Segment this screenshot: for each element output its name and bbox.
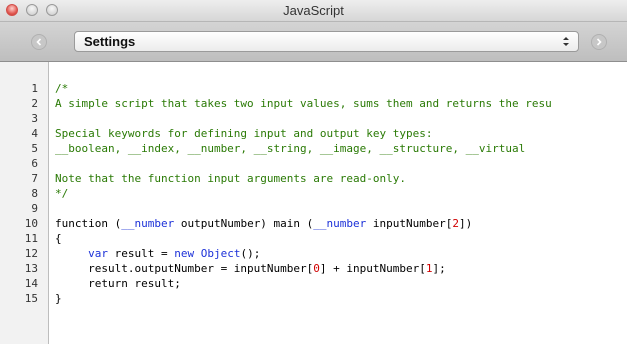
code-token: Object <box>200 247 241 260</box>
code-line[interactable]: 14 return result; <box>0 276 627 291</box>
code-token: */ <box>55 187 69 200</box>
code-token: A simple script that takes two input val… <box>55 97 552 110</box>
line-number: 7 <box>31 172 38 185</box>
code-text: return result; <box>55 276 181 291</box>
selected-option: Settings <box>84 34 136 49</box>
code-token: Special keywords for defining input and … <box>55 127 433 140</box>
line-number: 12 <box>24 247 38 260</box>
code-token: } <box>55 292 62 305</box>
code-text: function (__number outputNumber) main (_… <box>55 216 472 231</box>
code-token: 1 <box>425 262 433 275</box>
line-number: 8 <box>31 187 38 200</box>
back-button[interactable] <box>31 34 47 50</box>
line-number: 13 <box>24 262 38 275</box>
line-number: 11 <box>24 232 38 245</box>
code-token: outputNumber) main ( <box>174 217 314 230</box>
code-editor[interactable]: 1 /* 2 A simple script that takes two input… <box>0 62 627 344</box>
code-token: new <box>174 247 195 260</box>
javascript-window: JavaScript Settings 1 /* 2 A simple script … <box>0 0 627 344</box>
code-line[interactable]: 2 A simple script that takes two input va… <box>0 96 627 111</box>
code-line[interactable]: 15} <box>0 291 627 306</box>
code-line[interactable]: 9 <box>0 201 627 216</box>
code-line[interactable]: 10 function (__number outputNumber) main … <box>0 216 627 231</box>
code-token: /* <box>55 82 69 95</box>
code-text: __boolean, __index, __number, __string, … <box>55 141 525 156</box>
code-token: (); <box>240 247 261 260</box>
code-token: __boolean, __index, __number, __string, … <box>55 142 526 155</box>
code-text: } <box>55 291 62 306</box>
code-token: return result; <box>55 277 181 290</box>
code-text: Note that the function input arguments a… <box>55 171 406 186</box>
code-line[interactable]: 3 <box>0 111 627 126</box>
code-text: result.outputNumber = inputNumber[0] + i… <box>55 261 446 276</box>
code-line[interactable]: 11 { <box>0 231 627 246</box>
code-token: ] + inputNumber[ <box>319 262 426 275</box>
code-token: { <box>55 232 62 245</box>
line-number: 5 <box>31 142 38 155</box>
code-token: Note that the function input arguments a… <box>55 172 406 185</box>
code-token: result.outputNumber = inputNumber[ <box>55 262 314 275</box>
code-text: /* <box>55 81 68 96</box>
line-number: 4 <box>31 127 38 140</box>
title-bar: JavaScript <box>0 0 627 22</box>
code-token: 0 <box>313 262 320 275</box>
code-line[interactable]: 7 Note that the function input arguments … <box>0 171 627 186</box>
code-text: { <box>55 231 62 246</box>
code-token: ]) <box>459 217 473 230</box>
code-token: __number <box>121 217 175 230</box>
settings-select[interactable]: Settings <box>74 31 579 52</box>
code-line[interactable]: 8 */ <box>0 186 627 201</box>
forward-button[interactable] <box>591 34 607 50</box>
up-down-arrows-icon <box>562 35 570 48</box>
code-token: inputNumber[ <box>366 217 453 230</box>
line-number: 14 <box>24 277 38 290</box>
code-text: var result = new Object(); <box>55 246 260 261</box>
line-number: 6 <box>31 157 38 170</box>
window-title: JavaScript <box>283 3 344 18</box>
code-line[interactable]: 1 /* <box>0 81 627 96</box>
code-text: A simple script that takes two input val… <box>55 96 552 111</box>
code-token: 2 <box>452 217 459 230</box>
toolbar: Settings <box>0 22 627 62</box>
code-token: __number <box>313 217 367 230</box>
line-number: 10 <box>24 217 38 230</box>
line-number: 9 <box>31 202 38 215</box>
code-line[interactable]: 4 Special keywords for defining input and… <box>0 126 627 141</box>
line-number: 3 <box>31 112 38 125</box>
code-text: */ <box>55 186 68 201</box>
code-line[interactable]: 5 __boolean, __index, __number, __string,… <box>0 141 627 156</box>
line-number: 1 <box>31 82 38 95</box>
code-line[interactable]: 12 var result = new Object(); <box>0 246 627 261</box>
code-line[interactable]: 6 <box>0 156 627 171</box>
code-token: var <box>88 247 108 260</box>
code-text: Special keywords for defining input and … <box>55 126 433 141</box>
line-number: 2 <box>31 97 38 110</box>
line-number: 15 <box>24 292 38 305</box>
code-token: function ( <box>55 217 122 230</box>
code-token: ]; <box>432 262 446 275</box>
code-line[interactable]: 13 result.outputNumber = inputNumber[0] … <box>0 261 627 276</box>
code-token: result = <box>108 247 175 260</box>
